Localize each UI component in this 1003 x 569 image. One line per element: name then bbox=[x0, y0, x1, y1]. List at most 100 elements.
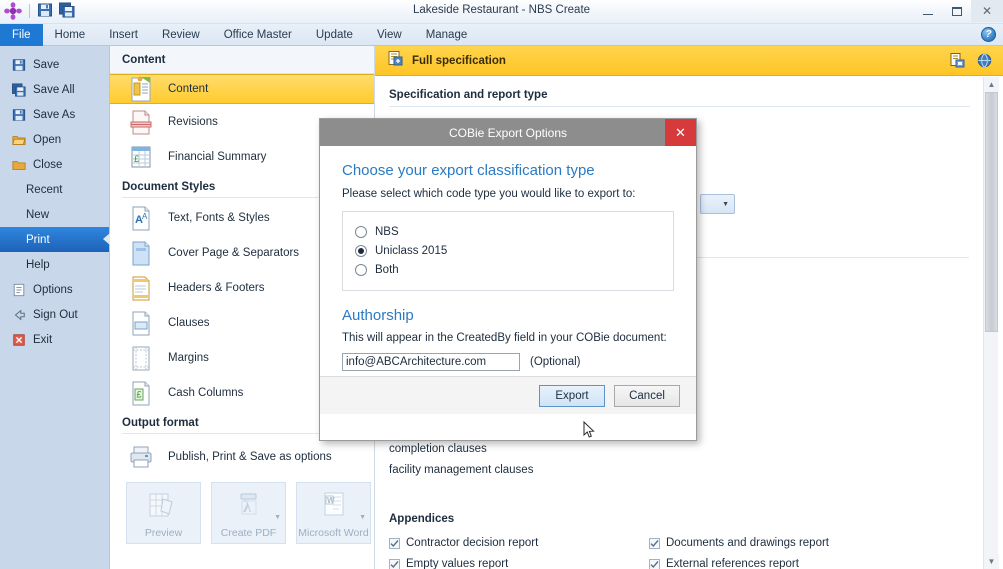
publish-print-save-row[interactable]: Publish, Print & Save as options bbox=[110, 436, 374, 478]
scroll-up-icon[interactable]: ▲ bbox=[984, 77, 999, 92]
sidebar-item-help[interactable]: Help bbox=[0, 252, 109, 277]
sidebar-item-open[interactable]: Open bbox=[0, 127, 109, 152]
microsoft-word-label: Microsoft Word bbox=[298, 528, 368, 539]
mid-item-label: Margins bbox=[168, 352, 209, 364]
margins-icon bbox=[128, 344, 154, 372]
optional-label: (Optional) bbox=[530, 356, 581, 368]
checkbox-label: Empty values report bbox=[406, 558, 508, 569]
minimize-button[interactable] bbox=[913, 0, 942, 22]
ribbon-tabs: File Home Insert Review Office Master Up… bbox=[0, 24, 479, 46]
tab-home[interactable]: Home bbox=[43, 24, 98, 46]
radio-label: Both bbox=[375, 264, 399, 276]
close-button[interactable]: ✕ bbox=[971, 0, 1003, 22]
help-icon[interactable]: ? bbox=[981, 27, 996, 42]
sidebar-item-label: New bbox=[26, 209, 49, 221]
appendices-checkbox-grid: Contractor decision report Documents and… bbox=[389, 537, 969, 569]
sidebar-item-label: Options bbox=[33, 284, 73, 296]
radio-option-both[interactable]: Both bbox=[355, 260, 661, 279]
close-folder-icon bbox=[12, 158, 26, 172]
pane-header: Content bbox=[110, 46, 374, 74]
export-button[interactable]: Export bbox=[539, 385, 605, 407]
tab-update[interactable]: Update bbox=[304, 24, 365, 46]
sidebar-item-save-all[interactable]: Save All bbox=[0, 77, 109, 102]
sidebar-item-new[interactable]: New bbox=[0, 202, 109, 227]
clause-option-2: completion clauses bbox=[389, 443, 487, 455]
author-email-input[interactable]: info@ABCArchitecture.com bbox=[342, 353, 520, 371]
checkbox-empty-values-report[interactable]: Empty values report bbox=[389, 558, 649, 569]
create-pdf-label: Create PDF bbox=[221, 528, 276, 539]
sidebar-item-label: Save As bbox=[33, 109, 75, 121]
checkbox-contractor-decision-report[interactable]: Contractor decision report bbox=[389, 537, 649, 549]
word-icon: W bbox=[317, 491, 351, 528]
mid-item-label: Headers & Footers bbox=[168, 282, 265, 294]
cancel-button[interactable]: Cancel bbox=[614, 385, 680, 407]
chevron-down-icon[interactable]: ▼ bbox=[274, 514, 281, 521]
open-folder-icon bbox=[12, 133, 26, 147]
tab-file[interactable]: File bbox=[0, 24, 43, 46]
svg-text:£: £ bbox=[134, 154, 139, 164]
scrollbar-thumb[interactable] bbox=[985, 92, 998, 332]
checkbox-documents-and-drawings-report[interactable]: Documents and drawings report bbox=[649, 537, 909, 549]
checkbox-checked-icon bbox=[649, 559, 660, 569]
tab-review[interactable]: Review bbox=[150, 24, 212, 46]
checkbox-checked-icon bbox=[649, 538, 660, 549]
sidebar-item-label: Exit bbox=[33, 334, 52, 346]
exit-icon bbox=[12, 333, 26, 347]
pdf-icon: λ bbox=[232, 491, 266, 528]
sidebar-item-label: Save bbox=[33, 59, 59, 71]
ribbon-tab-strip: File Home Insert Review Office Master Up… bbox=[0, 24, 1003, 46]
tab-office-master[interactable]: Office Master bbox=[212, 24, 304, 46]
sidebar-item-label: Open bbox=[33, 134, 61, 146]
publish-print-save-label: Publish, Print & Save as options bbox=[168, 451, 332, 463]
spec-type-dropdown[interactable]: ▼ bbox=[700, 194, 735, 214]
clauses-icon bbox=[128, 309, 154, 337]
dialog-footer: Export Cancel bbox=[320, 376, 696, 414]
tab-insert[interactable]: Insert bbox=[97, 24, 150, 46]
dialog-body: Choose your export classification type P… bbox=[320, 146, 696, 414]
sidebar-item-label: Save All bbox=[33, 84, 75, 96]
publish-globe-icon[interactable] bbox=[976, 52, 993, 74]
chevron-down-icon[interactable]: ▼ bbox=[359, 514, 366, 521]
mid-item-content[interactable]: Content bbox=[110, 74, 374, 104]
sidebar-item-recent[interactable]: Recent bbox=[0, 177, 109, 202]
svg-text:A: A bbox=[142, 212, 148, 221]
appendices-title: Appendices bbox=[389, 513, 454, 525]
sidebar-item-sign-out[interactable]: Sign Out bbox=[0, 302, 109, 327]
sidebar-item-options[interactable]: Options bbox=[0, 277, 109, 302]
printer-icon bbox=[128, 443, 154, 471]
radio-unselected-icon bbox=[355, 226, 367, 238]
save-icon bbox=[12, 58, 26, 72]
mid-item-label: Revisions bbox=[168, 116, 218, 128]
preview-button[interactable]: Preview bbox=[126, 482, 201, 544]
tab-manage[interactable]: Manage bbox=[414, 24, 480, 46]
publish-buttons: Preview λ Create PDF ▼ bbox=[110, 478, 374, 544]
vertical-scrollbar[interactable]: ▲ ▼ bbox=[983, 77, 998, 569]
export-document-icon[interactable] bbox=[949, 52, 966, 74]
checkbox-checked-icon bbox=[389, 559, 400, 569]
radio-option-nbs[interactable]: NBS bbox=[355, 222, 661, 241]
checkbox-external-references-report[interactable]: External references report bbox=[649, 558, 909, 569]
dialog-heading: Choose your export classification type bbox=[342, 162, 674, 179]
window-title: Lakeside Restaurant - NBS Create bbox=[0, 4, 1003, 16]
checkbox-label: External references report bbox=[666, 558, 799, 569]
sidebar-item-exit[interactable]: Exit bbox=[0, 327, 109, 352]
mid-item-label: Cover Page & Separators bbox=[168, 247, 299, 259]
sidebar-item-close[interactable]: Close bbox=[0, 152, 109, 177]
chevron-down-icon: ▼ bbox=[722, 201, 729, 208]
preview-icon bbox=[147, 491, 181, 528]
sidebar-item-label: Sign Out bbox=[33, 309, 78, 321]
sidebar-item-label: Help bbox=[26, 259, 50, 271]
tab-view[interactable]: View bbox=[365, 24, 414, 46]
dialog-prompt: Please select which code type you would … bbox=[342, 188, 674, 200]
dialog-close-button[interactable]: ✕ bbox=[665, 119, 696, 146]
radio-unselected-icon bbox=[355, 264, 367, 276]
scroll-down-icon[interactable]: ▼ bbox=[984, 554, 999, 569]
sidebar-item-save[interactable]: Save bbox=[0, 52, 109, 77]
create-pdf-button[interactable]: λ Create PDF ▼ bbox=[211, 482, 286, 544]
maximize-button[interactable] bbox=[942, 0, 971, 22]
checkbox-label: Documents and drawings report bbox=[666, 537, 829, 549]
microsoft-word-button[interactable]: W Microsoft Word ▼ bbox=[296, 482, 371, 544]
sidebar-item-save-as[interactable]: Save As bbox=[0, 102, 109, 127]
sidebar-item-print[interactable]: Print bbox=[0, 227, 109, 252]
radio-option-uniclass-2015[interactable]: Uniclass 2015 bbox=[355, 241, 661, 260]
